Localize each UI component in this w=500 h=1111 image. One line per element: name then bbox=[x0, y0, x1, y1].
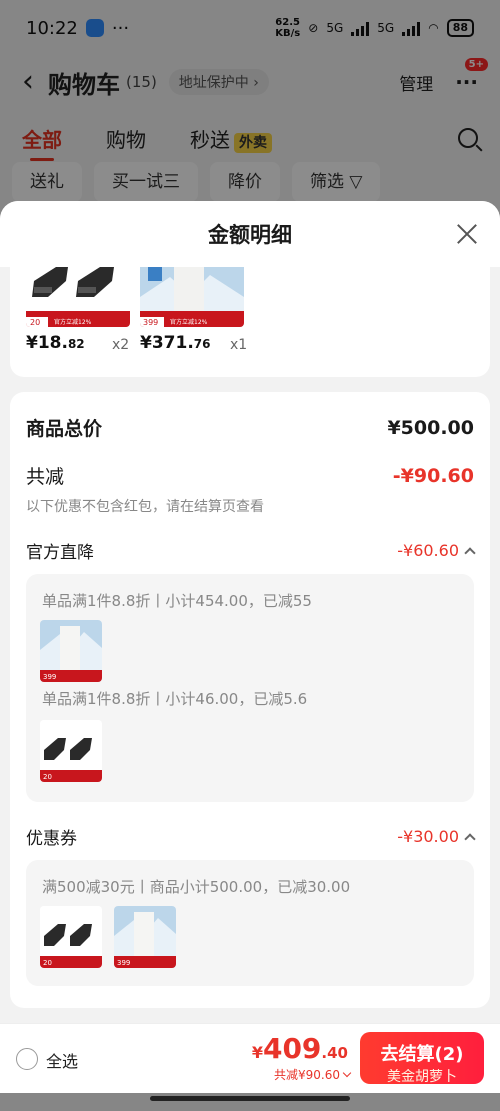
reduce-note: 以下优惠不包含红包，请在结算页查看 bbox=[26, 499, 264, 515]
coupon-value-wrap: -¥30.00 bbox=[397, 827, 476, 846]
jacket-mini-image: 399 bbox=[40, 620, 102, 682]
total-value: ¥500.00 bbox=[387, 416, 474, 439]
socks-mini-image: 20 bbox=[40, 720, 102, 782]
socks-mini-tag: 20 bbox=[43, 773, 52, 781]
official-detail-box: 单品满1件8.8折丨小计454.00，已减55 399 单品满1件8.8折丨小计… bbox=[26, 574, 474, 802]
chevron-down-icon bbox=[342, 1068, 352, 1078]
official-value: -¥60.60 bbox=[397, 541, 459, 560]
item-price-int: ¥18. bbox=[26, 333, 68, 353]
reduce-label: 共减 bbox=[26, 466, 65, 488]
product-thumb-jacket[interactable]: 399 官方立减12% bbox=[140, 267, 244, 327]
reduce-value: -¥90.60 bbox=[392, 464, 474, 487]
coupon-thumb-socks[interactable]: 20 bbox=[40, 906, 102, 968]
saved-text: 共减¥90.60 bbox=[274, 1068, 340, 1082]
item-price-socks: ¥18.82 bbox=[26, 333, 85, 353]
jacket-coupon-image: 399 bbox=[114, 906, 176, 968]
socks-image: 20 官方立减12% bbox=[26, 267, 130, 327]
jacket-mini-tag: 399 bbox=[43, 673, 56, 681]
socks-tag: 20 bbox=[30, 318, 40, 327]
chevron-up-icon bbox=[464, 546, 476, 559]
item-qty-socks: x2 bbox=[112, 337, 130, 353]
item-price-dec: 82 bbox=[67, 337, 85, 351]
socks-coupon-image: 20 bbox=[40, 906, 102, 968]
select-all-radio[interactable] bbox=[16, 1048, 38, 1070]
reduce-row: 共减 -¥90.60 bbox=[26, 462, 474, 489]
official-rule-1: 单品满1件8.8折丨小计454.00，已减55 bbox=[42, 592, 312, 610]
item-price-jacket: ¥371.76 bbox=[140, 333, 210, 353]
total-row: 商品总价 ¥500.00 bbox=[26, 414, 474, 441]
item-price-int: ¥371. bbox=[140, 333, 194, 353]
official-row[interactable]: 官方直降 -¥60.60 bbox=[26, 538, 476, 563]
coupon-detail-box: 满500减30元丨商品小计500.00，已减30.00 20 399 bbox=[26, 860, 474, 986]
total-yen: ¥ bbox=[251, 1043, 263, 1062]
sheet-header: 金额明细 bbox=[0, 201, 500, 267]
coupon-label: 优惠券 bbox=[26, 829, 77, 849]
jacket-coupon-tag: 399 bbox=[117, 959, 130, 967]
checkout-label: 去结算(2) bbox=[380, 1044, 464, 1065]
checkout-bar: 全选 ¥ 409 .40 共减¥90.60 去结算(2) 美金胡萝卜 bbox=[0, 1023, 500, 1093]
socks-coupon-tag: 20 bbox=[43, 959, 52, 967]
official-label: 官方直降 bbox=[26, 543, 94, 563]
jacket-promo: 官方立减12% bbox=[170, 318, 208, 326]
official-thumb-socks[interactable]: 20 bbox=[40, 720, 102, 782]
jacket-image: 399 官方立减12% bbox=[140, 267, 244, 327]
socks-promo: 官方立减12% bbox=[54, 318, 92, 326]
amount-detail-sheet: 金额明细 20 官方立减12% ¥18.82 x2 399 官方立减12% ¥3… bbox=[0, 201, 500, 1023]
total-int: 409 bbox=[262, 1032, 322, 1065]
official-value-wrap: -¥60.60 bbox=[397, 541, 476, 560]
coupon-row[interactable]: 优惠券 -¥30.00 bbox=[26, 824, 476, 849]
close-icon[interactable] bbox=[456, 223, 478, 245]
saved-detail-toggle[interactable]: 共减¥90.60 bbox=[274, 1066, 352, 1083]
official-rule-2: 单品满1件8.8折丨小计46.00，已减5.6 bbox=[42, 690, 308, 708]
coupon-value: -¥30.00 bbox=[397, 827, 459, 846]
selected-items-card: 20 官方立减12% ¥18.82 x2 399 官方立减12% ¥371.76… bbox=[10, 267, 490, 377]
official-thumb-jacket[interactable]: 399 bbox=[40, 620, 102, 682]
checkout-sub: 美金胡萝卜 bbox=[387, 1069, 457, 1084]
price-detail-card: 商品总价 ¥500.00 共减 -¥90.60 以下优惠不包含红包，请在结算页查… bbox=[10, 392, 490, 1008]
select-all-label[interactable]: 全选 bbox=[46, 1048, 78, 1072]
product-thumb-socks[interactable]: 20 官方立减12% bbox=[26, 267, 130, 327]
coupon-rule: 满500减30元丨商品小计500.00，已减30.00 bbox=[42, 878, 351, 896]
coupon-thumb-jacket[interactable]: 399 bbox=[114, 906, 176, 968]
total-label: 商品总价 bbox=[26, 418, 103, 440]
total-dec: .40 bbox=[321, 1044, 348, 1062]
item-price-dec: 76 bbox=[193, 337, 211, 351]
item-qty-jacket: x1 bbox=[230, 337, 248, 353]
total-price: ¥ 409 .40 bbox=[252, 1032, 348, 1065]
checkout-button[interactable]: 去结算(2) 美金胡萝卜 bbox=[360, 1032, 484, 1084]
home-indicator[interactable] bbox=[150, 1096, 350, 1101]
sheet-title: 金额明细 bbox=[208, 223, 292, 247]
chevron-up-icon bbox=[464, 832, 476, 845]
jacket-tag: 399 bbox=[143, 318, 158, 327]
